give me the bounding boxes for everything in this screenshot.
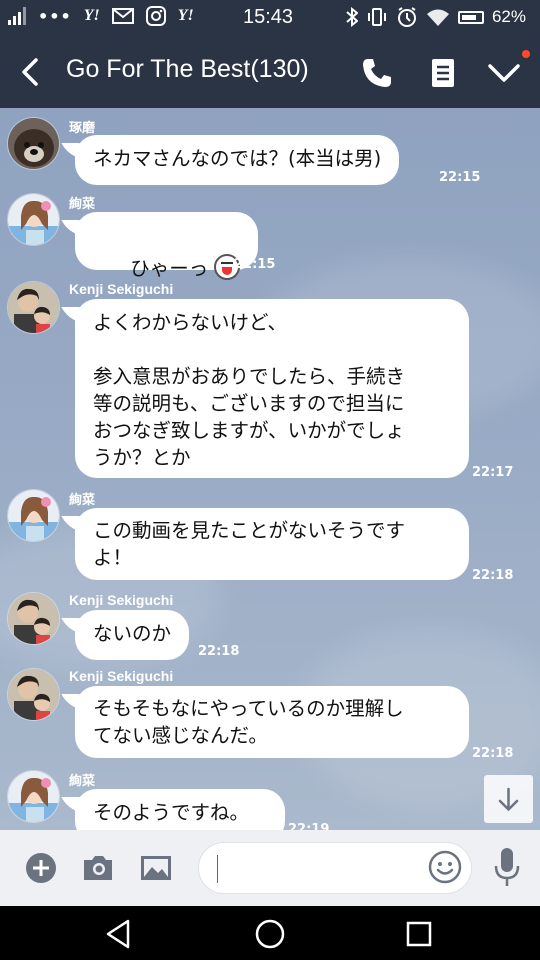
message-time: 22:18: [472, 568, 514, 583]
message-bubble[interactable]: よくわからないけど、 参入意思がおありでしたら、手続き 等の説明も、ございますの…: [75, 299, 469, 478]
vibrate-icon: [367, 8, 386, 26]
girl-avatar[interactable]: [7, 193, 60, 246]
message-time: 22:18: [198, 644, 240, 659]
message-time: 22:17: [472, 465, 514, 480]
notification-icons: ••• Y! Y!: [8, 6, 194, 26]
arrow-down-icon: [498, 787, 519, 811]
person-avatar[interactable]: [7, 592, 60, 645]
chat-header: Go For The Best(130): [0, 36, 540, 108]
sender-name: 絢菜: [69, 774, 96, 789]
sender-name: 琢磨: [69, 121, 96, 136]
image-icon[interactable]: [138, 850, 174, 886]
nav-home-icon[interactable]: [253, 917, 287, 951]
clock: 15:43: [243, 6, 294, 28]
sender-name: Kenji Sekiguchi: [69, 281, 174, 297]
yahoo-icon: Y!: [177, 7, 194, 24]
message-time: 22:15: [234, 257, 276, 272]
notes-icon[interactable]: [426, 56, 460, 90]
sender-name: Kenji Sekiguchi: [69, 668, 174, 684]
battery-percent: 62%: [491, 7, 526, 26]
scroll-to-bottom-button[interactable]: [484, 775, 533, 823]
yahoo-icon: Y!: [83, 7, 100, 24]
girl-avatar[interactable]: [7, 489, 60, 542]
message-bubble[interactable]: ネカマさんなのでは？(本当は男): [75, 135, 400, 185]
plus-icon[interactable]: [24, 850, 60, 886]
message-bubble[interactable]: そのようですね。: [75, 789, 285, 830]
mail-icon: [111, 8, 134, 24]
alarm-icon: [397, 7, 416, 27]
message-time: 22:15: [439, 170, 481, 185]
person-avatar[interactable]: [7, 281, 60, 334]
message-bubble[interactable]: ひゃーっ: [75, 212, 259, 280]
message-bubble[interactable]: この動画を見たことがないそうです よ！: [75, 508, 469, 580]
message-text: ひゃーっ: [130, 257, 209, 280]
notification-dot: [522, 50, 530, 58]
nav-recent-icon[interactable]: [402, 917, 436, 951]
nav-back-icon[interactable]: [102, 917, 136, 951]
signal-icon: [8, 7, 26, 25]
girl-avatar[interactable]: [7, 770, 60, 823]
phone-icon[interactable]: [360, 56, 394, 90]
camera-icon[interactable]: [80, 850, 116, 886]
battery-icon: [457, 10, 484, 24]
message-time: 22:18: [472, 746, 514, 761]
message-bubble[interactable]: そもそもなにやっているのか理解し てない感じなんだ。: [75, 686, 469, 758]
message-input-bar: [0, 830, 540, 906]
sender-name: Kenji Sekiguchi: [69, 592, 174, 608]
text-caret: [217, 855, 218, 883]
wifi-icon: [426, 9, 449, 26]
emoji-icon[interactable]: [427, 849, 463, 885]
more-dots-icon: •••: [38, 6, 72, 26]
microphone-icon[interactable]: [492, 846, 522, 888]
back-icon[interactable]: [14, 54, 46, 90]
dog-avatar[interactable]: [7, 117, 60, 170]
message-time: 22:19: [288, 822, 330, 830]
sender-name: 絢菜: [69, 493, 96, 508]
system-icons: 62%: [346, 6, 526, 28]
navigation-bar: [0, 906, 540, 960]
message-bubble[interactable]: ないのか: [75, 610, 190, 660]
chat-title[interactable]: Go For The Best(130): [66, 55, 309, 84]
sender-name: 絢菜: [69, 197, 96, 212]
instagram-icon: [145, 6, 166, 26]
status-bar: ••• Y! Y! 15:43 62%: [0, 0, 540, 36]
chat-area[interactable]: 琢磨 ネカマさんなのでは？(本当は男) 22:15 絢菜 ひゃーっ 22:15 …: [0, 108, 540, 830]
person-avatar[interactable]: [7, 668, 60, 721]
chevron-check-icon[interactable]: [487, 56, 521, 90]
bluetooth-icon: [346, 7, 358, 27]
